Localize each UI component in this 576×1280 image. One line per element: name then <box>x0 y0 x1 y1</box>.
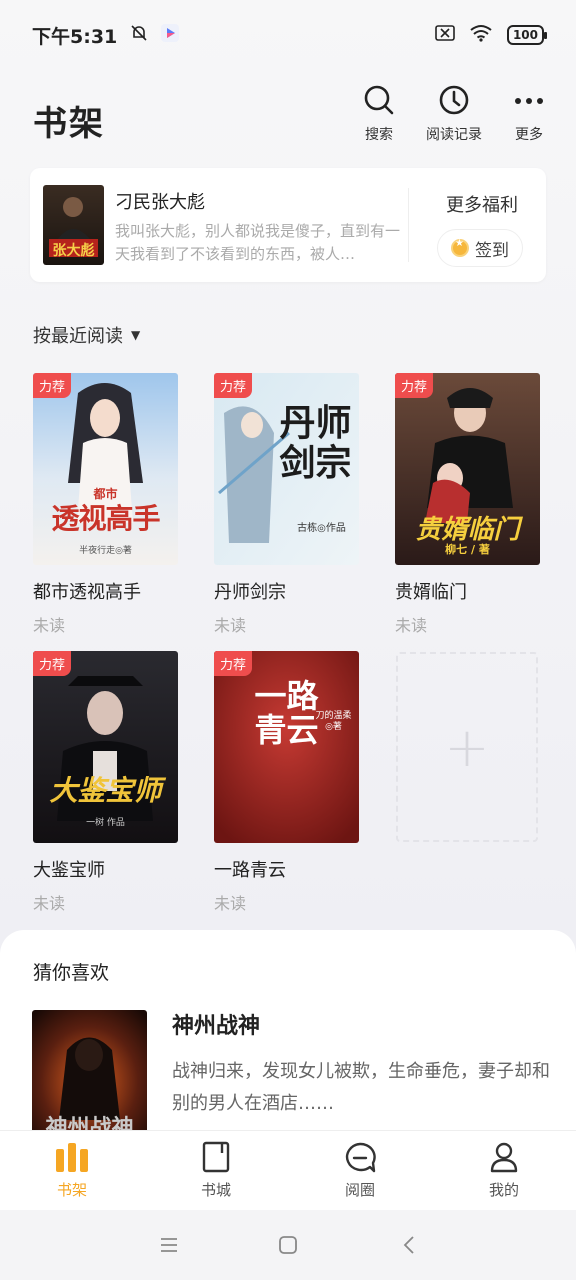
cover-author: 一树 作品 <box>86 818 125 828</box>
book-cover[interactable]: 都市 透视高手 半夜行走◎著 力荐 <box>33 373 178 565</box>
cover-title: 一路青云 <box>254 677 319 749</box>
book-item[interactable]: 一路青云 刀的温柔◎著 力荐 一路青云 未读 <box>214 651 359 914</box>
app-notification-icon <box>161 23 180 47</box>
book-item[interactable]: 贵婿临门 柳七 / 著 力荐 贵婿临门 未读 <box>395 373 540 636</box>
book-status: 未读 <box>214 894 247 913</box>
book-cover[interactable]: 一路青云 刀的温柔◎著 力荐 <box>214 651 359 843</box>
book-title[interactable]: 贵婿临门 <box>395 578 540 604</box>
promo-card[interactable]: 张大彪 刁民张大彪 我叫张大彪，别人都说我是傻子，直到有一天我看到了不该看到的东… <box>30 168 546 282</box>
more-label: 更多 <box>515 127 543 143</box>
menu-button[interactable] <box>154 1230 184 1260</box>
promo-divider <box>408 188 409 262</box>
recommend-title: 猜你喜欢 <box>33 962 110 984</box>
home-button[interactable] <box>273 1230 303 1260</box>
chat-icon <box>345 1142 376 1173</box>
add-book-button[interactable]: + <box>396 652 538 842</box>
recommend-tag: 力荐 <box>33 373 72 398</box>
caret-down-icon: ▼ <box>131 328 141 342</box>
clock-icon <box>439 85 469 115</box>
sort-label: 按最近阅读 <box>33 326 123 347</box>
book-status: 未读 <box>395 616 428 635</box>
tab-label: 阅圈 <box>344 1181 375 1199</box>
recommend-section: 猜你喜欢 神州战神 神州战神 战神归来，发现女儿被欺，生命垂危，妻子却和别的男人… <box>0 930 576 1140</box>
cover-author: 古栋◎作品 <box>297 523 346 534</box>
book-title[interactable]: 大鉴宝师 <box>33 856 178 882</box>
recommend-tag: 力荐 <box>214 651 253 676</box>
book-item[interactable]: 丹师剑宗 古栋◎作品 力荐 丹师剑宗 未读 <box>214 373 359 636</box>
more-button[interactable]: 更多 <box>494 84 564 144</box>
book-title[interactable]: 一路青云 <box>214 856 359 882</box>
book-cover[interactable]: 丹师剑宗 古栋◎作品 力荐 <box>214 373 359 565</box>
checkin-button[interactable]: 签到 <box>437 229 523 267</box>
back-icon <box>403 1236 414 1254</box>
promo-cover-text: 张大彪 <box>52 243 95 259</box>
home-icon <box>279 1236 297 1254</box>
recommend-book-cover[interactable]: 神州战神 <box>32 1010 147 1140</box>
promo-book-desc: 我叫张大彪，别人都说我是傻子，直到有一天我看到了不该看到的东西，被人… <box>115 222 400 263</box>
recommend-book-desc: 战神归来，发现女儿被欺，生命垂危，妻子却和别的男人在酒店…… <box>172 1061 550 1114</box>
recommend-tag: 力荐 <box>33 651 72 676</box>
cover-author: 柳七 / 著 <box>445 543 490 556</box>
back-button[interactable] <box>394 1230 424 1260</box>
recommend-book-title[interactable]: 神州战神 <box>172 1008 260 1040</box>
tab-profile[interactable]: 我的 <box>464 1141 544 1200</box>
wifi-icon <box>469 24 493 47</box>
tab-bookstore[interactable]: 书城 <box>176 1141 256 1200</box>
promo-book-title[interactable]: 刁民张大彪 <box>115 188 205 214</box>
menu-icon <box>161 1238 177 1252</box>
header: 书架 搜索 阅读记录 更多 <box>0 80 576 160</box>
checkin-label: 签到 <box>475 240 509 261</box>
status-bar: 下午5:31 100 <box>0 0 576 70</box>
recommend-tag: 力荐 <box>395 373 434 398</box>
cover-title: 透视高手 <box>51 502 160 535</box>
book-status: 未读 <box>33 894 66 913</box>
sort-dropdown[interactable]: 按最近阅读 ▼ <box>33 322 140 348</box>
book-icon <box>202 1141 230 1173</box>
book-status: 未读 <box>214 616 247 635</box>
promo-book-cover[interactable]: 张大彪 <box>43 185 104 265</box>
search-button[interactable]: 搜索 <box>344 84 414 144</box>
book-cover[interactable]: 贵婿临门 柳七 / 著 力荐 <box>395 373 540 565</box>
reading-history-button[interactable]: 阅读记录 <box>419 84 489 144</box>
mute-icon <box>129 23 149 48</box>
search-label: 搜索 <box>365 127 393 143</box>
book-item[interactable]: 大鉴宝师 一树 作品 力荐 大鉴宝师 未读 <box>33 651 178 914</box>
tab-bookshelf[interactable]: 书架 <box>32 1141 112 1200</box>
search-icon <box>364 85 394 115</box>
cover-title: 丹师剑宗 <box>279 402 352 484</box>
cover-author: 刀的温柔◎著 <box>315 711 352 732</box>
page-title: 书架 <box>33 104 105 144</box>
recommend-tag: 力荐 <box>214 373 253 398</box>
more-icon <box>515 98 543 104</box>
plus-icon: + <box>444 715 490 779</box>
battery-indicator: 100 <box>506 25 548 45</box>
book-title[interactable]: 丹师剑宗 <box>214 578 359 604</box>
tab-label: 我的 <box>488 1181 519 1199</box>
system-nav-bar <box>0 1210 576 1280</box>
book-cover[interactable]: 大鉴宝师 一树 作品 力荐 <box>33 651 178 843</box>
status-time: 下午5:31 <box>32 25 118 48</box>
bookshelf-icon <box>56 1143 88 1172</box>
cover-author: 半夜行走◎著 <box>79 546 132 556</box>
bottom-nav: 书架 书城 阅圈 我的 <box>0 1130 576 1210</box>
tab-label: 书城 <box>200 1181 231 1199</box>
cover-title: 大鉴宝师 <box>49 774 162 807</box>
reading-history-label: 阅读记录 <box>426 127 482 143</box>
sim-off-icon <box>435 24 455 46</box>
tab-reading-circle[interactable]: 阅圈 <box>320 1141 400 1200</box>
book-item[interactable]: 都市 透视高手 半夜行走◎著 力荐 都市透视高手 未读 <box>33 373 178 636</box>
tab-label: 书架 <box>56 1181 87 1199</box>
user-icon <box>490 1142 518 1173</box>
book-status: 未读 <box>33 616 66 635</box>
more-benefits-link[interactable]: 更多福利 <box>418 191 546 217</box>
book-title[interactable]: 都市透视高手 <box>33 578 178 604</box>
coin-icon <box>451 238 469 257</box>
